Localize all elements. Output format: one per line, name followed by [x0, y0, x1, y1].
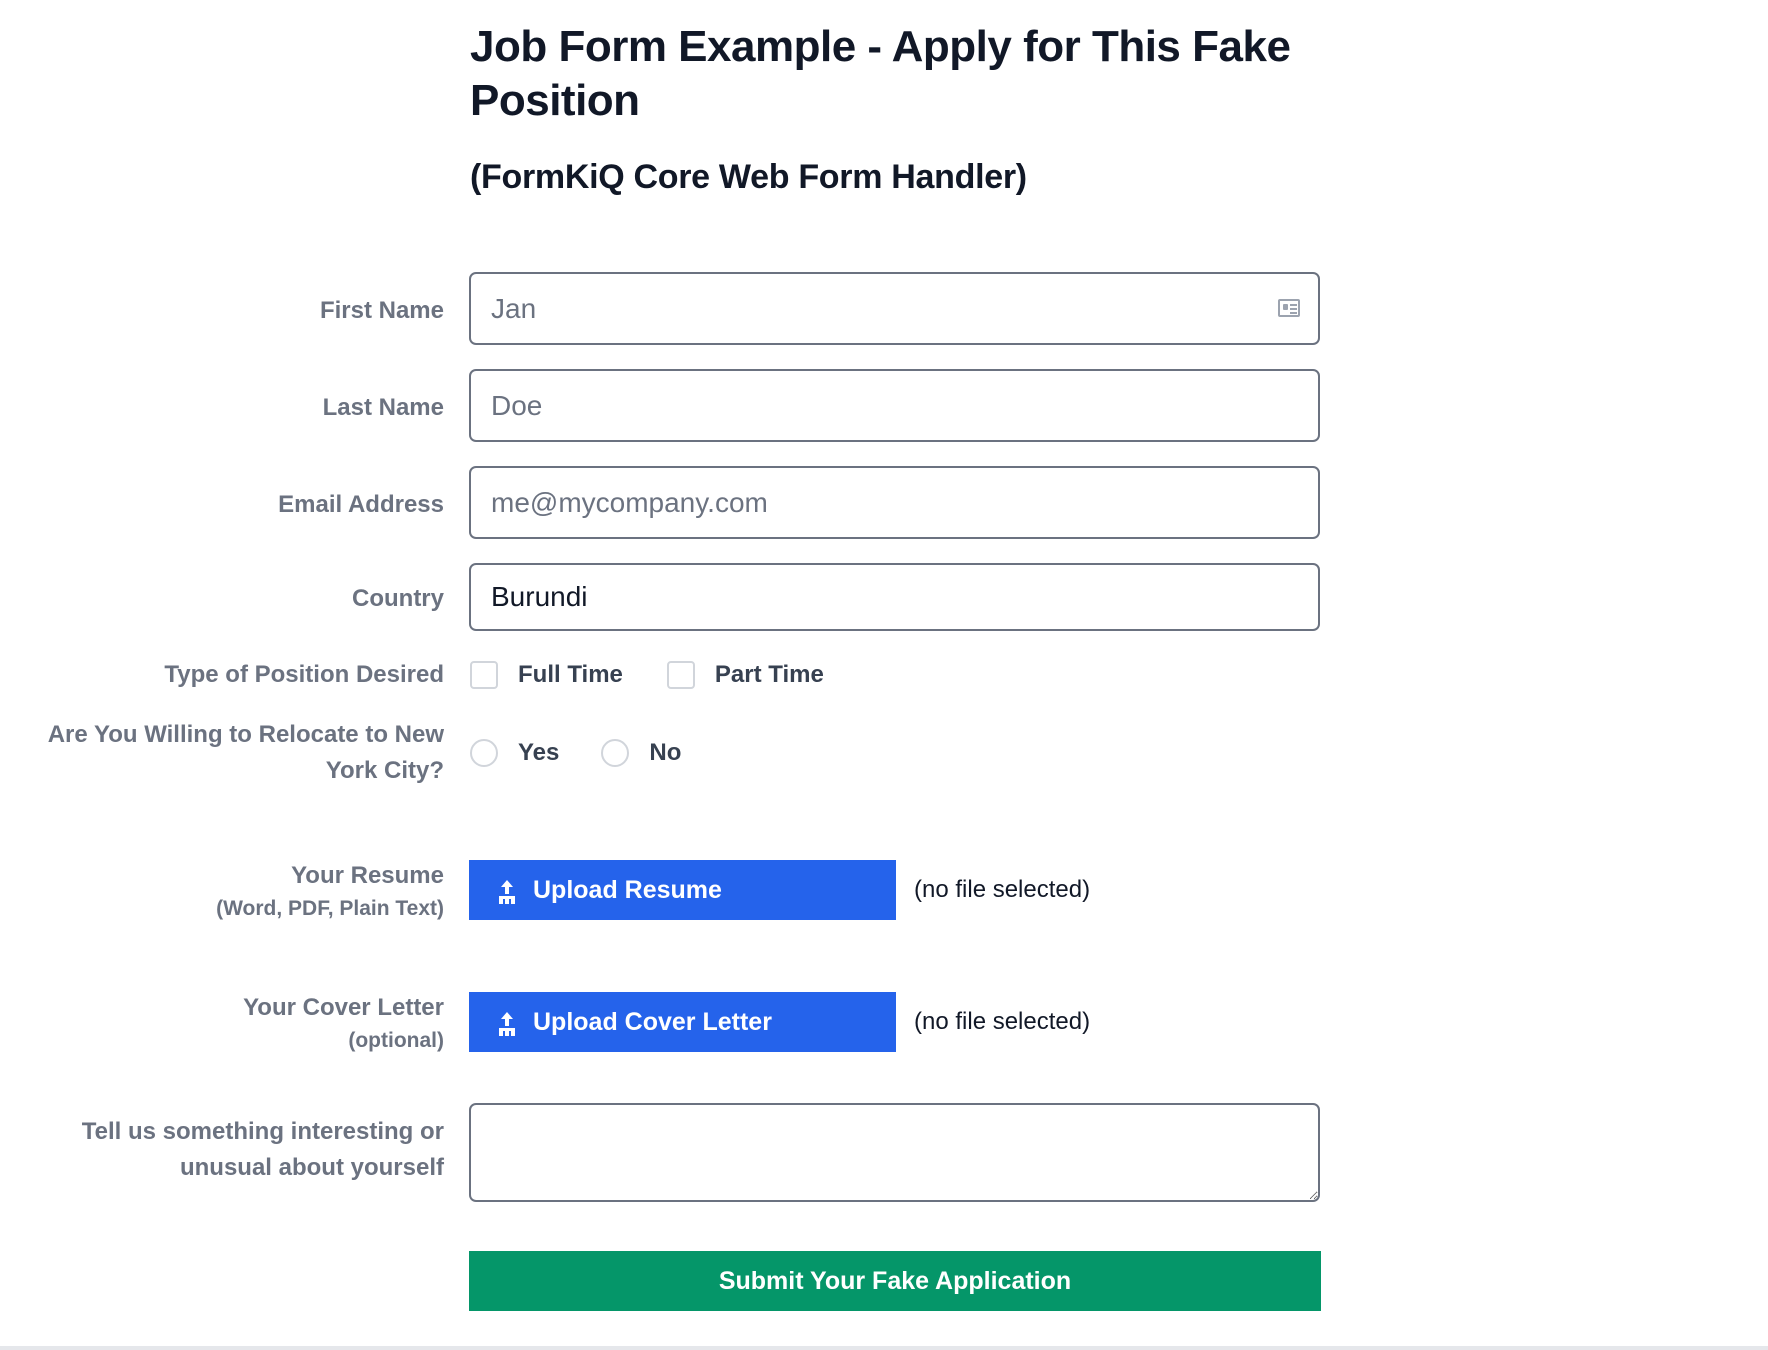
first-name-label: First Name: [319, 297, 444, 324]
country-select[interactable]: Burundi: [469, 563, 1320, 631]
relocate-no-label: No: [649, 739, 682, 766]
country-label: Country: [352, 585, 444, 612]
cover-letter-sublabel: (optional): [348, 1029, 444, 1052]
relocate-yes-radio[interactable]: [470, 739, 498, 767]
relocate-yes-label: Yes: [518, 739, 560, 766]
position-type-label: Type of Position Desired: [164, 661, 444, 688]
full-time-label: Full Time: [518, 661, 623, 688]
upload-cover-letter-label: Upload Cover Letter: [533, 1007, 772, 1036]
email-input[interactable]: [469, 466, 1320, 539]
upload-cover-letter-button[interactable]: Upload Cover Letter: [469, 992, 896, 1052]
resume-label: Your Resume: [291, 862, 444, 889]
relocate-options: Yes No: [470, 739, 681, 767]
contact-card-icon: [1278, 299, 1300, 317]
part-time-label: Part Time: [714, 661, 824, 688]
full-time-checkbox[interactable]: [470, 661, 498, 689]
relocate-label: Are You Willing to Relocate to New York …: [47, 721, 444, 784]
resume-sublabel: (Word, PDF, Plain Text): [216, 897, 444, 920]
upload-icon: [499, 1012, 515, 1032]
last-name-label: Last Name: [322, 394, 444, 421]
upload-resume-label: Upload Resume: [533, 875, 722, 904]
cover-letter-file-status: (no file selected): [914, 1008, 1091, 1035]
last-name-input[interactable]: [469, 369, 1320, 442]
resume-file-status: (no file selected): [914, 876, 1091, 903]
country-selected-value: Burundi: [491, 581, 588, 612]
page-subtitle: (FormKiQ Core Web Form Handler): [470, 158, 1027, 196]
upload-resume-button[interactable]: Upload Resume: [469, 860, 896, 920]
resume-label-group: Your Resume (Word, PDF, Plain Text): [4, 858, 444, 924]
page-title: Job Form Example - Apply for This Fake P…: [470, 22, 1291, 125]
interesting-label: Tell us something interesting or unusual…: [81, 1118, 444, 1181]
page-bottom-divider: [0, 1346, 1768, 1350]
submit-button[interactable]: Submit Your Fake Application: [469, 1251, 1321, 1311]
upload-icon: [499, 880, 515, 900]
part-time-checkbox[interactable]: [666, 661, 695, 689]
email-label: Email Address: [278, 491, 444, 518]
job-application-page: Job Form Example - Apply for This Fake P…: [0, 0, 1768, 1350]
position-type-options: Full Time Part Time: [470, 661, 824, 689]
cover-letter-label-group: Your Cover Letter (optional): [4, 990, 444, 1056]
interesting-textarea[interactable]: [469, 1103, 1320, 1202]
cover-letter-label: Your Cover Letter: [243, 994, 444, 1021]
relocate-no-radio[interactable]: [601, 739, 630, 767]
first-name-input[interactable]: [469, 272, 1320, 345]
